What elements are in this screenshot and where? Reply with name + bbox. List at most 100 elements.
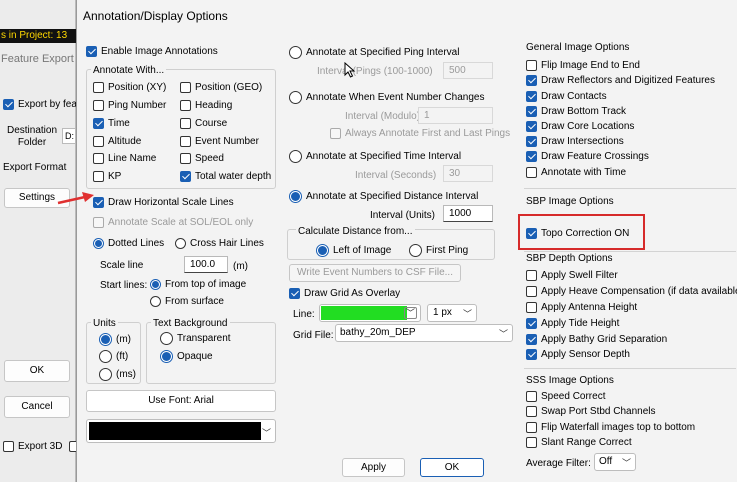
course-checkbox[interactable]: Course [180, 118, 227, 129]
average-filter-value: Off [599, 456, 613, 467]
draw-intersections-checkbox[interactable]: Draw Intersections [526, 136, 624, 147]
ping-interval-radio[interactable]: Annotate at Specified Ping Interval [289, 46, 459, 59]
flip-image-checkbox[interactable]: Flip Image End to End [526, 60, 640, 71]
checkbox-icon [526, 334, 537, 345]
line-color-picker[interactable]: ﹀ [319, 304, 421, 322]
scale-line-input[interactable]: 100.0 [184, 256, 228, 273]
draw-horizontal-scale-lines-checkbox[interactable]: Draw Horizontal Scale Lines [93, 197, 234, 208]
checkbox-icon [526, 60, 537, 71]
grid-file-select[interactable]: bathy_20m_DEP ﹀ [335, 324, 513, 342]
apply-sensor-depth-label: Apply Sensor Depth [541, 349, 630, 360]
cancel-button-background[interactable]: Cancel [4, 396, 70, 418]
slant-range-correct-checkbox[interactable]: Slant Range Correct [526, 437, 632, 448]
checkbox-icon [93, 118, 104, 129]
dialog-title: Annotation/Display Options [83, 9, 228, 23]
opaque-radio[interactable]: Opaque [160, 350, 213, 363]
event-number-changes-radio[interactable]: Annotate When Event Number Changes [289, 91, 484, 104]
checkbox-icon [526, 349, 537, 360]
line-name-label: Line Name [108, 153, 157, 164]
chevron-down-icon: ﹀ [462, 309, 472, 319]
enable-image-annotations-checkbox[interactable]: Enable Image Annotations [86, 46, 218, 57]
always-annotate-checkbox[interactable]: Always Annotate First and Last Pings [330, 128, 510, 139]
interval-seconds-input[interactable]: 30 [443, 165, 493, 182]
grid-file-value: bathy_20m_DEP [340, 327, 416, 338]
line-name-checkbox[interactable]: Line Name [93, 153, 156, 164]
from-top-of-image-radio[interactable]: From top of image [150, 279, 246, 290]
position-geo-checkbox[interactable]: Position (GEO) [180, 82, 262, 93]
kp-checkbox[interactable]: KP [93, 171, 121, 182]
ok-button-background[interactable]: OK [4, 360, 70, 382]
ok-button[interactable]: OK [420, 458, 484, 477]
text-background-title: Text Background [151, 318, 230, 329]
apply-button[interactable]: Apply [342, 458, 405, 477]
checkbox-icon [180, 136, 191, 147]
first-ping-radio[interactable]: First Ping [409, 244, 468, 257]
average-filter-select[interactable]: Off ﹀ [594, 453, 636, 471]
speed-checkbox[interactable]: Speed [180, 153, 224, 164]
apply-heave-checkbox[interactable]: Apply Heave Compensation (if data availa… [526, 286, 737, 297]
unit-ft-radio[interactable]: (ft) [99, 350, 128, 363]
interval-units-input[interactable]: 1000 [443, 205, 493, 222]
draw-bottom-track-checkbox[interactable]: Draw Bottom Track [526, 106, 626, 117]
position-xy-checkbox[interactable]: Position (XY) [93, 82, 166, 93]
export-format-label: Export Format [3, 162, 67, 173]
export-by-feature-checkbox[interactable]: Export by fea [3, 99, 77, 110]
ping-number-checkbox[interactable]: Ping Number [93, 100, 166, 111]
radio-icon [289, 190, 302, 203]
from-surface-radio[interactable]: From surface [150, 296, 224, 307]
sbp-image-options-title: SBP Image Options [526, 196, 614, 207]
draw-core-locations-checkbox[interactable]: Draw Core Locations [526, 121, 634, 132]
draw-grid-checkbox[interactable]: Draw Grid As Overlay [289, 288, 400, 299]
left-of-image-radio[interactable]: Left of Image [316, 244, 391, 257]
checkbox-icon [93, 153, 104, 164]
apply-tide-height-checkbox[interactable]: Apply Tide Height [526, 318, 619, 329]
time-checkbox[interactable]: Time [93, 118, 130, 129]
swap-port-stbd-checkbox[interactable]: Swap Port Stbd Channels [526, 406, 656, 417]
use-font-button[interactable]: Use Font: Arial [86, 390, 276, 412]
time-interval-radio[interactable]: Annotate at Specified Time Interval [289, 150, 461, 163]
interval-modulo-input[interactable]: 1 [418, 107, 493, 124]
annotate-scale-checkbox[interactable]: Annotate Scale at SOL/EOL only [93, 217, 253, 228]
checkbox-icon [93, 136, 104, 147]
transparent-radio[interactable]: Transparent [160, 332, 231, 345]
speed-correct-checkbox[interactable]: Speed Correct [526, 391, 605, 402]
annotate-with-time-checkbox[interactable]: Annotate with Time [526, 167, 626, 178]
draw-contacts-label: Draw Contacts [541, 91, 607, 102]
annotate-with-title: Annotate With... [91, 65, 167, 76]
unit-m-radio[interactable]: (m) [99, 333, 131, 346]
font-color-picker[interactable]: ﹀ [86, 419, 276, 443]
destination-folder-input[interactable]: D: [62, 128, 76, 144]
cross-hair-lines-label: Cross Hair Lines [190, 238, 264, 249]
topo-correction-checkbox[interactable]: Topo Correction ON [526, 228, 629, 239]
write-event-numbers-button[interactable]: Write Event Numbers to CSF File... [289, 264, 461, 282]
divider [524, 251, 736, 252]
apply-sensor-depth-checkbox[interactable]: Apply Sensor Depth [526, 349, 630, 360]
flip-waterfall-checkbox[interactable]: Flip Waterfall images top to bottom [526, 422, 695, 433]
apply-bathy-grid-checkbox[interactable]: Apply Bathy Grid Separation [526, 334, 667, 345]
line-width-select[interactable]: 1 px ﹀ [427, 304, 477, 322]
export-3d-label: Export 3D [18, 441, 63, 452]
distance-interval-radio[interactable]: Annotate at Specified Distance Interval [289, 190, 478, 203]
interval-pings-input[interactable]: 500 [443, 62, 493, 79]
from-surface-label: From surface [165, 296, 224, 307]
draw-reflectors-checkbox[interactable]: Draw Reflectors and Digitized Features [526, 75, 715, 86]
chevron-down-icon: ﹀ [261, 428, 271, 438]
checkbox-icon [526, 422, 537, 433]
altitude-checkbox[interactable]: Altitude [93, 136, 141, 147]
cross-hair-lines-radio[interactable]: Cross Hair Lines [175, 238, 264, 249]
checkbox-icon [526, 75, 537, 86]
unit-ms-radio[interactable]: (ms) [99, 368, 136, 381]
draw-contacts-checkbox[interactable]: Draw Contacts [526, 91, 607, 102]
apply-antenna-height-checkbox[interactable]: Apply Antenna Height [526, 302, 637, 313]
apply-swell-filter-checkbox[interactable]: Apply Swell Filter [526, 270, 618, 281]
speed-correct-label: Speed Correct [541, 391, 606, 402]
draw-feature-crossings-checkbox[interactable]: Draw Feature Crossings [526, 151, 649, 162]
interval-units-label: Interval (Units) [370, 210, 436, 221]
export-3d-checkbox[interactable]: Export 3D [3, 441, 62, 452]
heading-checkbox[interactable]: Heading [180, 100, 232, 111]
dotted-lines-radio[interactable]: Dotted Lines [93, 238, 164, 249]
event-number-checkbox[interactable]: Event Number [180, 136, 259, 147]
total-water-depth-checkbox[interactable]: Total water depth [180, 171, 271, 182]
checkbox-icon [526, 136, 537, 147]
dotted-lines-label: Dotted Lines [108, 238, 165, 249]
